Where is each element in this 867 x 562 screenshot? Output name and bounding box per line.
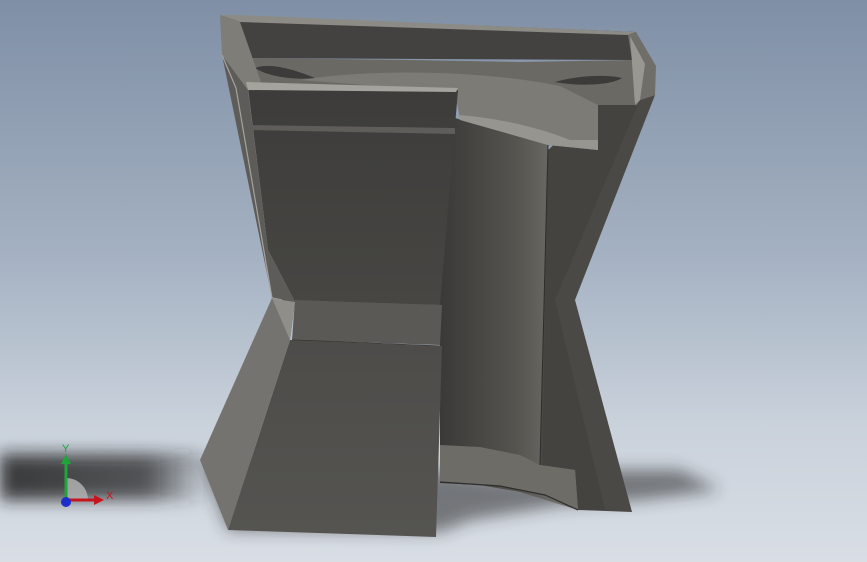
x-axis-arrow (94, 495, 104, 505)
graphics-viewport[interactable]: Y X (0, 0, 867, 562)
coordinate-triad: Y X (61, 443, 114, 507)
y-axis-label: Y (62, 443, 70, 455)
z-axis-dot (61, 497, 71, 507)
triad-arc (66, 478, 88, 500)
y-axis-arrow (61, 454, 71, 464)
model-view[interactable] (0, 0, 867, 562)
x-axis-label: X (106, 490, 114, 502)
mid-ledge (292, 300, 442, 345)
